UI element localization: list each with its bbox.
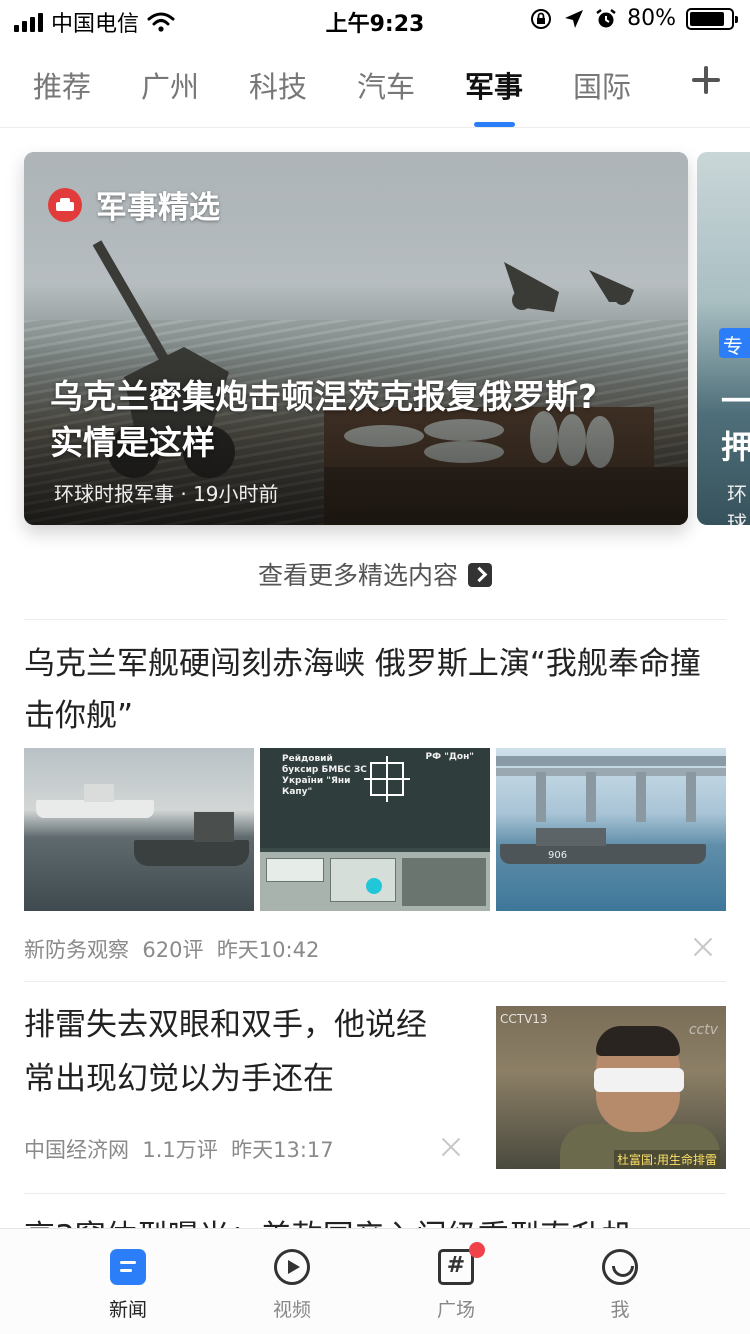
article-time: 昨天10:42 — [216, 938, 320, 962]
article-thumbnail[interactable]: CCTV13 cctv 杜富国:用生命排雷 — [496, 1006, 726, 1169]
article-source: 中国经济网 — [24, 1138, 129, 1162]
profile-smile-icon — [602, 1249, 638, 1285]
divider — [24, 619, 726, 620]
next-card-meta: 环球 — [727, 482, 747, 525]
article-comments: 620评 — [142, 938, 204, 962]
tab-guangzhou[interactable]: 广州 — [141, 64, 199, 106]
notification-dot — [469, 1242, 485, 1258]
featured-card[interactable]: 军事精选 乌克兰密集炮击顿涅茨克报复俄罗斯? 实情是这样 环球时报军事 · 19… — [24, 152, 688, 525]
article-title[interactable]: 排雷失去双眼和双手，他说经 常出现幻觉以为手还在 — [24, 998, 474, 1106]
article-title[interactable]: 乌克兰军舰硬闯刻赤海峡 俄罗斯上演“我舰奉命撞击你舰” — [24, 638, 728, 742]
tab-international[interactable]: 国际 — [573, 64, 631, 106]
article-meta: 新防务观察 620评 昨天10:42 — [24, 934, 319, 964]
video-play-icon — [274, 1249, 310, 1285]
next-card-tag: 专 — [719, 328, 750, 358]
nav-me[interactable]: 我 — [560, 1229, 680, 1334]
chevron-right-icon — [468, 563, 492, 587]
divider — [24, 981, 726, 982]
article-time: 昨天13:17 — [231, 1138, 334, 1162]
square-hash-icon: # — [438, 1242, 485, 1285]
channel-tabs: 推荐 广州 科技 汽车 军事 国际 — [0, 42, 750, 128]
battery-icon — [686, 7, 738, 30]
location-arrow-icon — [565, 9, 584, 28]
status-bar: 中国电信 上午9:23 80% — [0, 0, 750, 42]
tab-tech[interactable]: 科技 — [249, 64, 307, 106]
tab-recommend[interactable]: 推荐 — [33, 64, 91, 106]
next-card-title: 一 押 — [721, 382, 750, 466]
article-comments: 1.1万评 — [142, 1138, 218, 1162]
battery-percent: 80% — [627, 6, 676, 31]
alarm-icon — [596, 8, 616, 27]
dismiss-close-icon[interactable] — [441, 1137, 461, 1157]
news-icon — [110, 1249, 146, 1285]
article-meta: 中国经济网 1.1万评 昨天13:17 — [24, 1134, 334, 1164]
nav-video[interactable]: 视频 — [232, 1229, 352, 1334]
active-tab-indicator — [474, 122, 515, 127]
tab-auto[interactable]: 汽车 — [357, 64, 415, 106]
featured-title: 乌克兰密集炮击顿涅茨克报复俄罗斯? 实情是这样 — [50, 377, 598, 462]
next-featured-card[interactable]: 专 一 押 环球 — [697, 152, 750, 525]
nav-news[interactable]: 新闻 — [68, 1229, 188, 1334]
orientation-lock-icon — [531, 8, 552, 29]
tank-badge-icon — [48, 187, 82, 222]
article-thumbnail[interactable]: 906 — [496, 748, 726, 911]
article-source: 新防务观察 — [24, 938, 129, 962]
tab-military[interactable]: 军事 — [465, 64, 523, 106]
dismiss-close-icon[interactable] — [693, 937, 713, 957]
article-thumbnail[interactable]: Рейдовий буксир БМБС ЗС України "Яни Кап… — [260, 748, 490, 911]
bottom-navigation: 新闻 视频 # 广场 我 — [0, 1228, 750, 1334]
featured-badge-label: 军事精选 — [96, 190, 220, 226]
more-featured-link[interactable]: 查看更多精选内容 — [0, 556, 750, 592]
more-featured-label: 查看更多精选内容 — [257, 561, 458, 590]
featured-meta: 环球时报军事 · 19小时前 — [54, 482, 279, 506]
plus-icon[interactable] — [690, 64, 722, 96]
nav-square[interactable]: # 广场 — [396, 1229, 516, 1334]
article-thumbnail[interactable] — [24, 748, 254, 911]
divider — [24, 1193, 726, 1194]
